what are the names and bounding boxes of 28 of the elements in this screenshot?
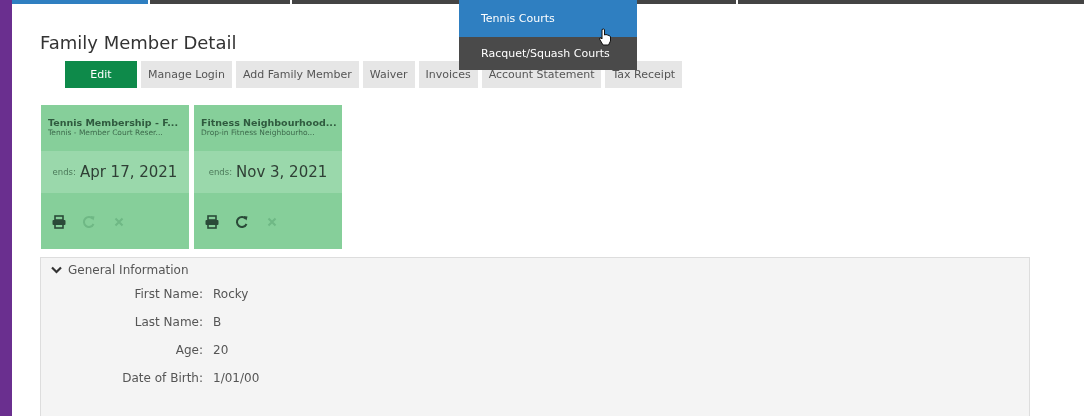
action-button[interactable]: Waiver bbox=[362, 61, 415, 88]
nav-tab[interactable] bbox=[12, 0, 148, 4]
field-label: Date of Birth: bbox=[121, 371, 203, 385]
page-title: Family Member Detail bbox=[40, 32, 237, 53]
nav-tab[interactable] bbox=[738, 0, 1084, 4]
field-label: Age: bbox=[174, 343, 203, 357]
ends-label: ends: bbox=[208, 167, 232, 177]
dropdown-item[interactable]: Tennis Courts bbox=[459, 0, 637, 37]
action-button[interactable]: Add Family Member bbox=[235, 61, 359, 88]
membership-title: Fitness Neighbourhood... bbox=[201, 117, 336, 128]
field-value: 1/01/00 bbox=[213, 371, 260, 385]
ends-date: Apr 17, 2021 bbox=[79, 163, 178, 181]
field-value: B bbox=[213, 315, 223, 329]
action-button[interactable]: Manage Login bbox=[141, 61, 232, 88]
hand-cursor-icon bbox=[598, 28, 612, 46]
membership-title: Tennis Membership - F... bbox=[48, 117, 180, 128]
ends-date: Nov 3, 2021 bbox=[236, 163, 328, 181]
refresh-icon[interactable] bbox=[234, 214, 250, 230]
field-label: Last Name: bbox=[133, 315, 203, 329]
field-label: First Name: bbox=[133, 287, 203, 301]
field-value: Rocky bbox=[213, 287, 250, 301]
printer-icon[interactable] bbox=[204, 214, 220, 230]
field-value: 20 bbox=[213, 343, 230, 357]
printer-icon[interactable] bbox=[51, 214, 67, 230]
ends-label: ends: bbox=[52, 167, 76, 177]
edit-button[interactable]: Edit bbox=[65, 61, 137, 88]
nav-tab[interactable] bbox=[150, 0, 290, 4]
section-header[interactable]: General Information bbox=[51, 263, 189, 277]
